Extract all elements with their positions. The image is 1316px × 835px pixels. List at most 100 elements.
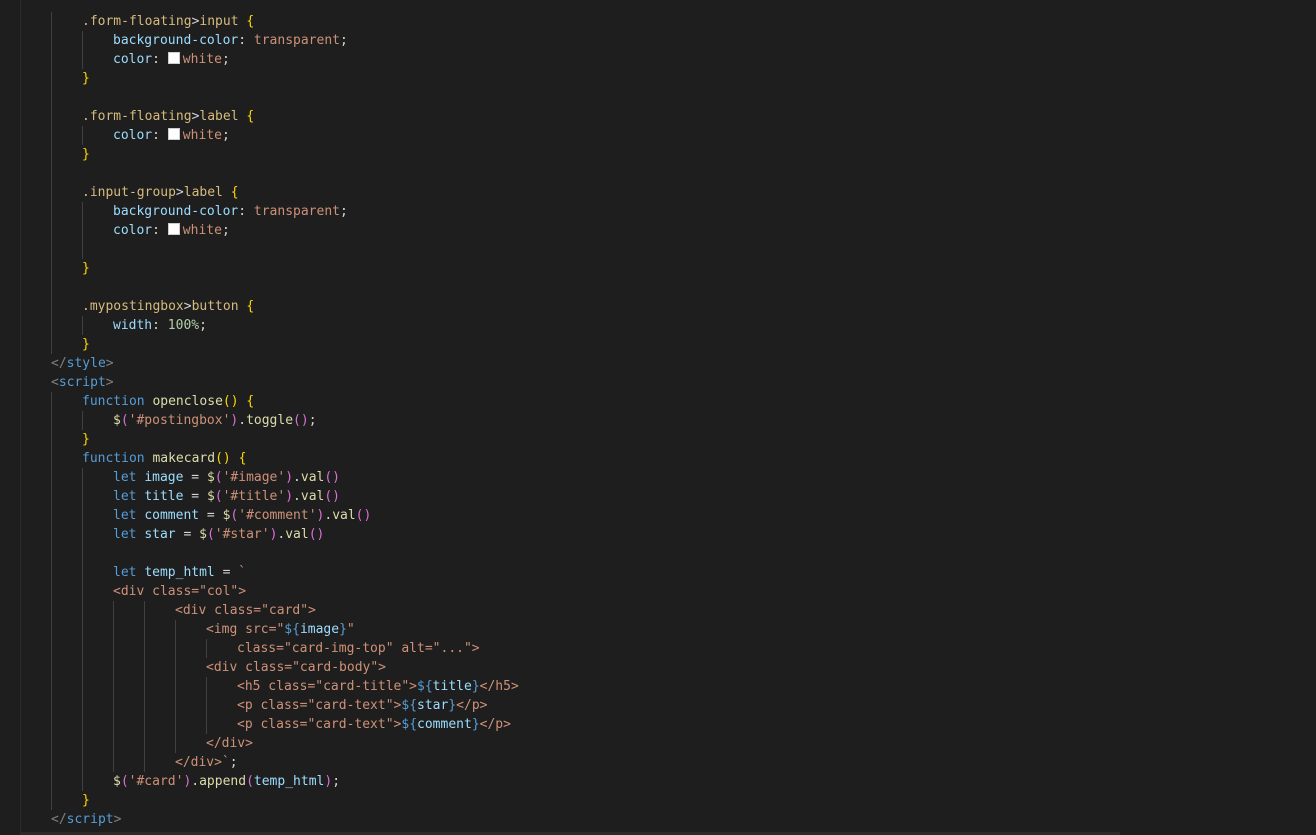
code-line[interactable]: background-color: transparent;: [20, 202, 1300, 221]
code-line[interactable]: <div class="col">: [20, 582, 1300, 601]
code-token: class="card-img-top" alt="...">: [237, 641, 480, 656]
code-line[interactable]: </div>: [20, 734, 1300, 753]
code-line[interactable]: .mypostingbox>button {: [20, 297, 1300, 316]
code-editor[interactable]: .form-floating>input {background-color: …: [0, 0, 1316, 835]
code-line[interactable]: <p class="card-text">${star}</p>: [20, 696, 1300, 715]
code-token: label: [199, 109, 239, 124]
code-token: $: [206, 489, 215, 504]
code-token: <: [51, 375, 59, 390]
code-token: '#comment': [238, 508, 317, 523]
code-text: let comment = $('#comment').val(): [113, 506, 371, 525]
code-token: temp_html: [144, 565, 215, 580]
code-line[interactable]: let temp_html = `: [20, 563, 1300, 582]
code-token: (): [355, 508, 372, 523]
code-token: {: [246, 299, 255, 314]
code-token: =: [175, 527, 200, 542]
code-token: toggle: [246, 413, 294, 428]
code-line[interactable]: class="card-img-top" alt="...">: [20, 639, 1300, 658]
code-token: style: [66, 356, 106, 371]
code-line[interactable]: <div class="card-body">: [20, 658, 1300, 677]
indent-guide: [51, 392, 52, 411]
code-line[interactable]: }: [20, 335, 1300, 354]
code-line[interactable]: .form-floating>input {: [20, 12, 1300, 31]
code-line[interactable]: <script>: [20, 373, 1300, 392]
code-token: color: [113, 52, 153, 67]
code-text: width: 100%;: [113, 316, 207, 335]
indent-guide: [113, 601, 114, 620]
code-token: .form-floating: [82, 109, 192, 124]
code-line[interactable]: color: white;: [20, 50, 1300, 69]
code-text: }: [82, 430, 90, 449]
indent-guide: [51, 753, 52, 772]
code-token: append: [199, 774, 247, 789]
code-text: let image = $('#image').val(): [113, 468, 340, 487]
color-swatch-icon[interactable]: [167, 128, 180, 140]
code-text: .form-floating>input {: [82, 12, 254, 31]
code-token: </div>: [206, 736, 253, 751]
editor-gutter: [0, 0, 21, 835]
indent-guide: [82, 487, 83, 506]
indent-guide: [82, 696, 83, 715]
code-line[interactable]: let star = $('#star').val(): [20, 525, 1300, 544]
code-line[interactable]: let comment = $('#comment').val(): [20, 506, 1300, 525]
code-line[interactable]: }: [20, 430, 1300, 449]
code-line[interactable]: $('#card').append(temp_html);: [20, 772, 1300, 791]
code-line[interactable]: let title = $('#title').val(): [20, 487, 1300, 506]
code-line[interactable]: function makecard() {: [20, 449, 1300, 468]
code-line[interactable]: }: [20, 145, 1300, 164]
code-token: function: [82, 394, 145, 409]
code-line[interactable]: [20, 164, 1300, 183]
indent-guide: [144, 601, 145, 620]
code-line[interactable]: background-color: transparent;: [20, 31, 1300, 50]
code-line[interactable]: [20, 88, 1300, 107]
code-line[interactable]: color: white;: [20, 221, 1300, 240]
code-line[interactable]: </div>`;: [20, 753, 1300, 772]
code-line[interactable]: }: [20, 259, 1300, 278]
code-line[interactable]: </script>: [20, 810, 1300, 829]
code-text: let temp_html = `: [113, 563, 246, 582]
code-token: label: [183, 185, 223, 200]
indent-guide: [144, 620, 145, 639]
code-line[interactable]: .input-group>label {: [20, 183, 1300, 202]
code-text: $('#card').append(temp_html);: [113, 772, 340, 791]
code-line[interactable]: <p class="card-text">${comment}</p>: [20, 715, 1300, 734]
code-line[interactable]: function openclose() {: [20, 392, 1300, 411]
code-token: ): [285, 489, 294, 504]
color-swatch-icon[interactable]: [167, 223, 180, 235]
indent-guide: [82, 658, 83, 677]
indent-guide: [175, 696, 176, 715]
code-line[interactable]: <img src="${image}": [20, 620, 1300, 639]
code-line[interactable]: width: 100%;: [20, 316, 1300, 335]
code-text: <p class="card-text">${star}</p>: [237, 696, 487, 715]
code-line[interactable]: $('#postingbox').toggle();: [20, 411, 1300, 430]
code-line[interactable]: </style>: [20, 354, 1300, 373]
code-token: (): [293, 413, 309, 428]
code-token: (: [214, 470, 223, 485]
code-token: </h5>: [479, 679, 519, 694]
code-token: transparent: [253, 204, 340, 219]
indent-guide: [51, 487, 52, 506]
code-token: }: [82, 432, 90, 447]
code-line[interactable]: <div class="card">: [20, 601, 1300, 620]
code-token: }: [82, 147, 90, 162]
code-line[interactable]: <h5 class="card-title">${title}</h5>: [20, 677, 1300, 696]
code-line[interactable]: color: white;: [20, 126, 1300, 145]
indent-guide: [82, 620, 83, 639]
code-text: }: [82, 259, 90, 278]
code-line[interactable]: [20, 278, 1300, 297]
code-token: image: [299, 622, 340, 637]
code-line[interactable]: [20, 544, 1300, 563]
code-area[interactable]: .form-floating>input {background-color: …: [20, 12, 1300, 829]
indent-guide: [82, 50, 83, 69]
code-line[interactable]: }: [20, 791, 1300, 810]
indent-guide: [51, 791, 52, 810]
code-text: <h5 class="card-title">${title}</h5>: [237, 677, 519, 696]
color-swatch-icon[interactable]: [167, 52, 180, 64]
code-line[interactable]: .form-floating>label {: [20, 107, 1300, 126]
indent-guide: [206, 639, 207, 658]
code-line[interactable]: }: [20, 69, 1300, 88]
code-line[interactable]: let image = $('#image').val(): [20, 468, 1300, 487]
code-line[interactable]: [20, 240, 1300, 259]
indent-guide: [144, 677, 145, 696]
